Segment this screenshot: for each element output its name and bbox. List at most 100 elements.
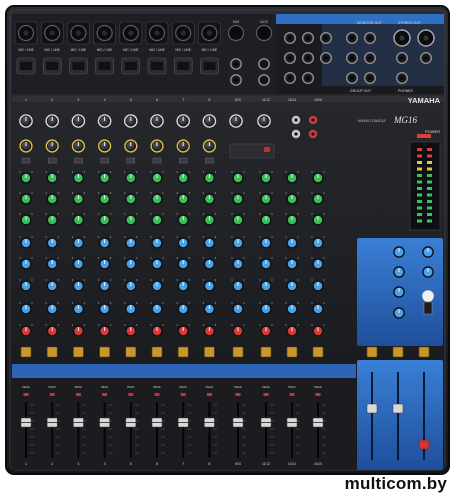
scale-dot [214,279,216,281]
scale-dot [98,302,100,304]
scale-dot [71,213,73,215]
meter-led-left [417,154,422,158]
trs-jack-hole [262,62,266,66]
scale-dot [231,257,233,259]
peak-label: PEAK [101,385,109,389]
scale-dot [83,324,85,326]
scale-dot [311,324,313,326]
scale-dot [136,279,138,281]
fader-channel-number: 9/10 [235,462,241,466]
peak-led [289,393,295,396]
peak-label: PEAK [206,385,214,389]
scale-dot [259,236,261,238]
output-jack-hole [400,76,404,80]
scale-dot [285,324,287,326]
level-meter [409,141,441,231]
on-button [73,346,84,358]
fader-slot [25,402,27,458]
xlr-centre [180,30,186,36]
scale-dot [124,279,126,281]
output-jack-hole [350,56,354,60]
output-jack-hole [368,36,372,40]
scale-dot [57,279,59,281]
scale-dot [150,213,152,215]
fader-channel-number: 4 [104,462,106,466]
scale-dot [259,192,261,194]
peak-label: PEAK [153,385,161,389]
on-button [125,346,137,358]
scale-dot [71,279,73,281]
rca-hole [294,132,298,136]
scale-dot [19,324,21,326]
scale-dot [243,213,245,215]
trs-jack-hole [262,78,266,82]
channel-number: 11/12 [262,98,270,102]
output-jack-hole [306,36,310,40]
scale-dot [71,257,73,259]
scale-dot [176,324,178,326]
line-jack-slot [203,62,216,70]
scale-dot [188,279,190,281]
scale-dot [188,171,190,173]
line-jack-slot [98,62,111,70]
stereo-out-label: STEREO OUT [398,21,422,25]
peak-led [154,393,160,396]
scale-dot [188,213,190,215]
fader-channel-number: 11/12 [262,462,270,466]
channel-number: 1 [25,98,27,102]
input-label: MIC / LINE [175,48,191,52]
scale-dot [98,213,100,215]
fader-slot [182,402,185,458]
xlr-centre [75,30,81,36]
scale-dot [214,302,216,304]
on-button [46,346,58,358]
peak-led [75,393,81,396]
scale-dot [31,324,33,326]
xlr-centre [49,30,55,36]
xlr-centre [206,30,212,36]
group-button [418,346,430,358]
scale-dot [136,302,138,304]
scale-dot [243,324,245,326]
output-jack-hole [350,36,354,40]
scale-dot [31,171,33,173]
input-label: MIC / LINE [123,48,139,52]
hpf-switch [126,157,136,164]
meter-led-right [427,148,432,151]
output-jack-hole [400,56,404,60]
scale-dot [202,236,204,238]
trs-jack-hole [234,78,238,82]
scale-dot [150,257,152,259]
on-button [177,346,189,358]
meter-led-right [427,154,432,158]
peak-led [102,393,108,396]
scale-dot [176,171,178,173]
scale-dot [271,192,273,194]
output-jack-hole [288,56,292,60]
brand-logo-text: YAMAHA [408,96,441,105]
channel-number: 9/10 [235,98,241,102]
channel-number: 6 [156,98,158,102]
scale-dot [311,302,313,304]
output-jack-hole [368,56,372,60]
peak-led [128,393,134,396]
scale-dot [45,257,47,259]
scale-dot [202,192,204,194]
scale-dot [271,279,273,281]
scale-dot [110,302,112,304]
scale-dot [71,171,73,173]
scale-dot [19,213,21,215]
scale-dot [124,257,126,259]
fader-channel-number: 8 [208,462,210,466]
scale-dot [71,192,73,194]
fader-slot [317,402,319,458]
peak-led [235,393,241,396]
scale-dot [188,257,190,259]
scale-dot [136,171,138,173]
scale-dot [259,257,261,259]
scale-dot [259,302,261,304]
scale-dot [285,213,287,215]
scale-dot [297,171,299,173]
channel-number: 4 [104,98,106,102]
scale-dot [297,324,299,326]
